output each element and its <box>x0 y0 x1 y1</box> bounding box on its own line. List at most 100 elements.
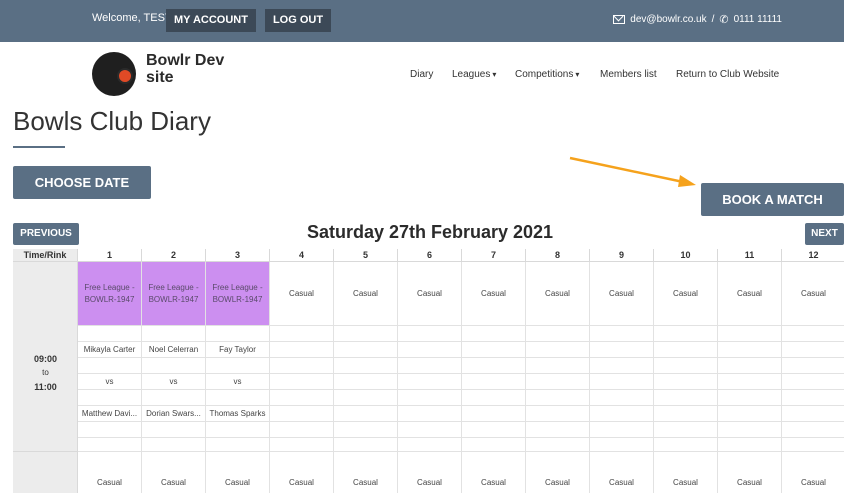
slot-subrow <box>526 374 590 390</box>
slot-subrow <box>782 406 844 422</box>
nav-item-competitions[interactable]: Competitions ▾ <box>515 69 579 80</box>
choose-date-button[interactable]: CHOOSE DATE <box>13 166 151 199</box>
slot-subrow <box>142 326 206 342</box>
logout-button[interactable]: LOG OUT <box>265 9 331 32</box>
casual-slot-cell[interactable]: Casual <box>782 262 844 326</box>
my-account-button[interactable]: MY ACCOUNT <box>166 9 256 32</box>
rink-header: 10 <box>654 249 718 262</box>
page-title: Bowls Club Diary <box>13 106 211 136</box>
casual-slot-cell[interactable]: Casual <box>206 452 270 493</box>
slot-subrow <box>526 438 590 452</box>
time-slot-cell: 09:00 to 11:00 <box>13 262 78 452</box>
welcome-text: Welcome, TEST! <box>92 12 175 24</box>
slot-subrow <box>782 358 844 374</box>
away-player: Dorian Swars... <box>142 406 206 422</box>
casual-slot-cell[interactable]: Casual <box>718 452 782 493</box>
next-button[interactable]: NEXT <box>805 223 844 245</box>
casual-slot-cell[interactable]: Casual <box>334 452 398 493</box>
rink-header: 1 <box>78 249 142 262</box>
casual-slot-cell[interactable]: Casual <box>654 452 718 493</box>
casual-slot-cell[interactable]: Casual <box>590 262 654 326</box>
slot-subrow <box>526 422 590 438</box>
diary-date: Saturday 27th February 2021 <box>306 222 554 242</box>
slot-subrow <box>654 326 718 342</box>
slot-subrow <box>270 326 334 342</box>
book-match-button[interactable]: BOOK A MATCH <box>701 183 844 216</box>
slot-subrow <box>526 390 590 406</box>
home-player: Mikayla Carter <box>78 342 142 358</box>
slot-subrow <box>462 342 526 358</box>
casual-slot-cell[interactable]: Casual <box>718 262 782 326</box>
casual-slot-cell[interactable]: Casual <box>526 452 590 493</box>
slot-subrow <box>334 358 398 374</box>
slot-subrow <box>142 438 206 452</box>
slot-subrow <box>270 342 334 358</box>
slot-subrow <box>142 358 206 374</box>
slot-subrow <box>462 326 526 342</box>
slot-subrow <box>398 406 462 422</box>
chevron-down-icon: ▾ <box>575 70 580 79</box>
slot-subrow <box>270 358 334 374</box>
slot-subrow <box>398 374 462 390</box>
casual-slot-cell[interactable]: Casual <box>782 452 844 493</box>
casual-slot-cell[interactable]: Casual <box>398 262 462 326</box>
rink-header: 3 <box>206 249 270 262</box>
casual-slot-cell[interactable]: Casual <box>334 262 398 326</box>
slot-subrow <box>78 390 142 406</box>
phone-link[interactable]: 0111 11111 <box>734 14 782 25</box>
slot-subrow <box>206 390 270 406</box>
slot-subrow <box>206 438 270 452</box>
slot-subrow <box>462 406 526 422</box>
logo-accent-icon <box>117 68 133 84</box>
previous-button[interactable]: PREVIOUS <box>13 223 79 245</box>
slot-subrow <box>782 422 844 438</box>
slot-subrow <box>782 374 844 390</box>
casual-slot-cell[interactable]: Casual <box>78 452 142 493</box>
casual-slot-cell[interactable]: Casual <box>590 452 654 493</box>
league-booking-cell[interactable]: Free League - BOWLR-1947 <box>206 262 270 326</box>
casual-slot-cell[interactable]: Casual <box>462 452 526 493</box>
nav-item-return-to-club[interactable]: Return to Club Website <box>676 69 779 80</box>
slot-subrow <box>654 406 718 422</box>
slot-subrow <box>654 438 718 452</box>
slot-subrow <box>334 406 398 422</box>
casual-slot-cell[interactable]: Casual <box>270 262 334 326</box>
email-icon <box>613 15 626 24</box>
email-link[interactable]: dev@bowlr.co.uk <box>630 14 706 25</box>
rink-header: 7 <box>462 249 526 262</box>
diary-grid: Time/Rink 09:00 to 11:00 1 Free League - … <box>13 249 844 493</box>
slot-subrow <box>590 358 654 374</box>
slot-subrow <box>270 374 334 390</box>
casual-slot-cell[interactable]: Casual <box>462 262 526 326</box>
time-slot-cell <box>13 452 78 493</box>
home-player: Noel Celerran <box>142 342 206 358</box>
slot-subrow <box>206 358 270 374</box>
league-booking-cell[interactable]: Free League - BOWLR-1947 <box>142 262 206 326</box>
nav-item-members-list[interactable]: Members list <box>600 69 657 80</box>
league-booking-cell[interactable]: Free League - BOWLR-1947 <box>78 262 142 326</box>
slot-subrow <box>462 422 526 438</box>
slot-subrow <box>398 438 462 452</box>
slot-subrow <box>78 358 142 374</box>
casual-slot-cell[interactable]: Casual <box>398 452 462 493</box>
slot-subrow <box>782 342 844 358</box>
rink-header: 11 <box>718 249 782 262</box>
slot-subrow <box>270 422 334 438</box>
slot-subrow <box>718 438 782 452</box>
contact-separator: / <box>711 14 715 25</box>
slot-subrow <box>78 326 142 342</box>
slot-subrow <box>142 390 206 406</box>
casual-slot-cell[interactable]: Casual <box>142 452 206 493</box>
casual-slot-cell[interactable]: Casual <box>654 262 718 326</box>
nav-item-diary[interactable]: Diary <box>410 69 433 80</box>
nav-item-leagues[interactable]: Leagues ▾ <box>452 69 496 80</box>
rink-header: 6 <box>398 249 462 262</box>
casual-slot-cell[interactable]: Casual <box>526 262 590 326</box>
chevron-down-icon: ▾ <box>492 70 497 79</box>
slot-subrow <box>526 326 590 342</box>
casual-slot-cell[interactable]: Casual <box>270 452 334 493</box>
slot-subrow <box>718 390 782 406</box>
slot-subrow <box>270 406 334 422</box>
site-name[interactable]: Bowlr Dev site <box>146 52 236 86</box>
slot-subrow <box>462 438 526 452</box>
